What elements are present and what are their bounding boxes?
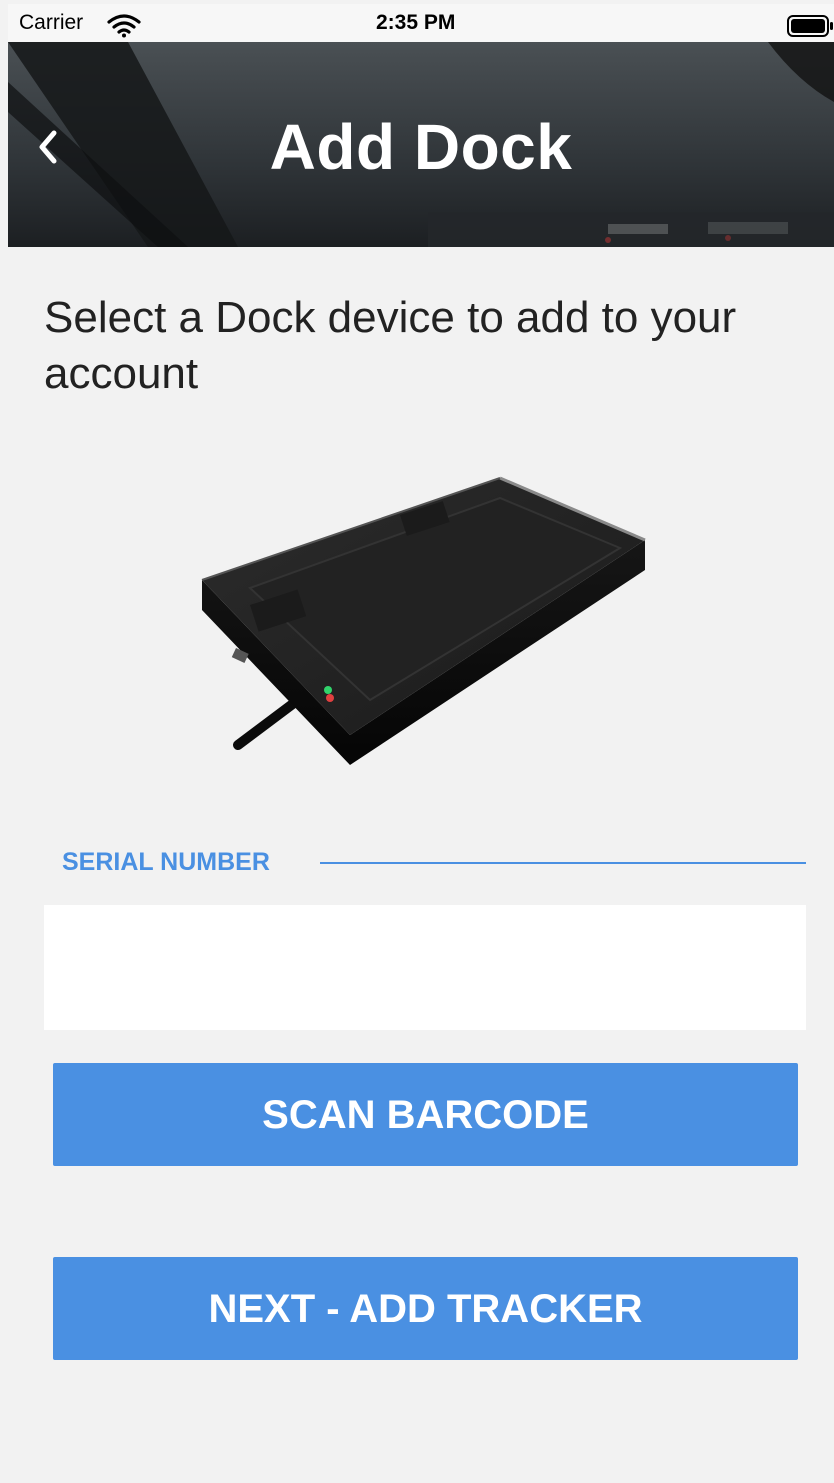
serial-number-label: SERIAL NUMBER (62, 848, 270, 876)
instruction-text: Select a Dock device to add to your acco… (44, 293, 737, 398)
serial-number-input[interactable] (44, 905, 806, 1030)
header-banner: Add Dock (8, 42, 834, 247)
wifi-icon (107, 14, 141, 38)
serial-label-divider (320, 862, 806, 864)
carrier-label: Carrier (19, 11, 84, 34)
next-add-tracker-button[interactable]: NEXT - ADD TRACKER (53, 1257, 798, 1360)
dock-device-image (201, 476, 646, 765)
scan-barcode-button[interactable]: SCAN BARCODE (53, 1063, 798, 1166)
status-time: 2:35 PM (376, 11, 456, 34)
battery-icon (787, 15, 833, 37)
page-title: Add Dock (269, 111, 573, 183)
status-bar: Carrier 2:35 PM (8, 4, 834, 42)
